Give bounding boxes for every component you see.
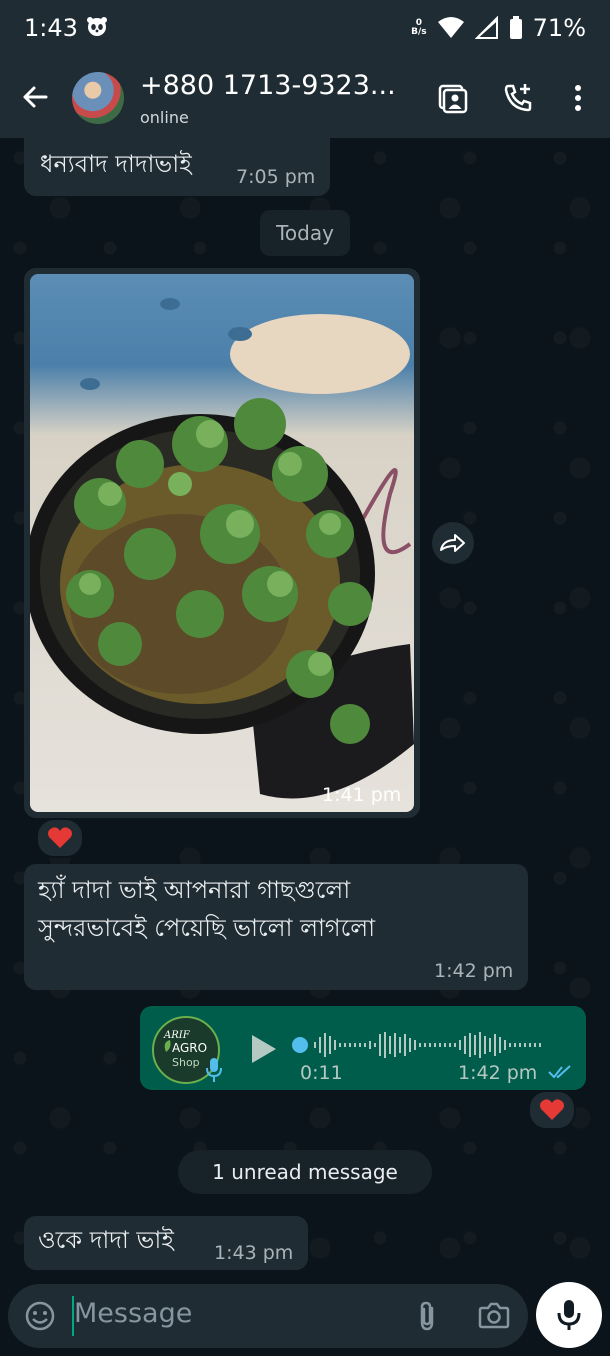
heart-icon — [540, 1099, 564, 1120]
microphone-small-icon — [206, 1058, 222, 1082]
incoming-message[interactable]: হ্যাঁ দাদা ভাই আপনারা গাছগুলো সুন্দরভাবে… — [24, 864, 528, 990]
status-bar: 1:43 0 B/s 71% — [0, 0, 610, 58]
battery-icon — [509, 16, 522, 39]
back-arrow-icon[interactable] — [18, 80, 52, 114]
voice-waveform[interactable] — [290, 1028, 560, 1062]
message-time: 1:42 pm — [434, 960, 514, 982]
voice-record-button[interactable] — [536, 1282, 602, 1348]
net-speed-indicator: 0 B/s — [411, 19, 427, 37]
message-time: 1:42 pm — [458, 1062, 538, 1084]
camera-icon[interactable] — [478, 1300, 510, 1330]
chat-header: +880 1713-9323... online — [0, 58, 610, 138]
read-receipt-icon — [548, 1065, 571, 1079]
incoming-message[interactable]: ওকে দাদা ভাই 1:43 pm — [24, 1216, 308, 1270]
cell-signal-icon — [474, 16, 498, 39]
net-speed-unit: B/s — [411, 27, 427, 37]
contact-status: online — [140, 108, 189, 127]
date-chip: Today — [260, 210, 350, 256]
message-composer[interactable]: Message — [8, 1284, 528, 1348]
message-time: 1:43 pm — [214, 1242, 294, 1264]
attach-icon[interactable] — [412, 1300, 442, 1332]
contact-avatar[interactable] — [72, 72, 124, 124]
incoming-message[interactable]: ধন্যবাদ দাদাভাই 7:05 pm — [24, 138, 330, 196]
add-call-icon[interactable] — [502, 82, 534, 114]
more-options-icon[interactable] — [562, 82, 594, 114]
wifi-icon — [437, 17, 464, 38]
forward-button[interactable] — [432, 522, 474, 564]
unread-messages-chip: 1 unread message — [178, 1150, 432, 1194]
reaction-badge[interactable] — [36, 818, 84, 858]
heart-icon — [48, 827, 72, 848]
message-input[interactable]: Message — [74, 1298, 192, 1329]
emoji-sticker-icon[interactable] — [24, 1300, 56, 1332]
panda-notification-icon — [87, 17, 107, 36]
status-time: 1:43 — [24, 14, 78, 42]
message-photo[interactable]: 1:41 pm — [30, 274, 414, 812]
play-icon[interactable] — [246, 1032, 280, 1066]
voice-duration: 0:11 — [300, 1062, 343, 1084]
message-text: ওকে দাদা ভাই — [38, 1226, 174, 1254]
svg-text:AGRO: AGRO — [172, 1041, 207, 1055]
svg-text:Shop: Shop — [172, 1056, 200, 1069]
svg-text:ARIF: ARIF — [163, 1030, 191, 1041]
reaction-badge[interactable] — [528, 1090, 576, 1130]
message-time: 7:05 pm — [236, 166, 316, 188]
battery-percent: 71% — [532, 14, 586, 42]
outgoing-voice-message[interactable]: ARIF AGRO Shop 0:11 1:42 pm — [140, 1006, 586, 1090]
video-call-icon[interactable] — [436, 82, 468, 114]
forward-icon — [440, 534, 465, 552]
message-time: 1:41 pm — [322, 784, 402, 806]
microphone-icon — [557, 1300, 581, 1330]
message-text-line-1: হ্যাঁ দাদা ভাই আপনারা গাছগুলো — [38, 876, 351, 904]
message-text: ধন্যবাদ দাদাভাই — [40, 150, 192, 178]
contact-name[interactable]: +880 1713-9323... — [140, 70, 396, 101]
strawberry-plants-image — [30, 298, 414, 799]
message-text-line-2: সুন্দরভাবেই পেয়েছি ভালো লাগলো — [38, 914, 376, 942]
